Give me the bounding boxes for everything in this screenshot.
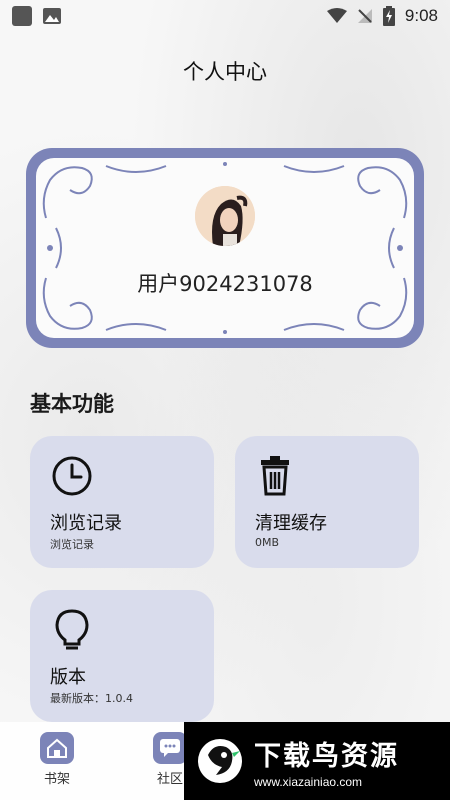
watermark-url: www.xiazainiao.com	[254, 774, 363, 789]
clear-cache-card[interactable]: 清理缓存 0MB	[235, 436, 419, 568]
page-title: 个人中心	[183, 60, 267, 84]
trash-icon	[261, 456, 289, 496]
card-ornament	[42, 162, 408, 334]
home-icon	[40, 732, 74, 764]
nav-item-bookshelf[interactable]: 书架	[27, 732, 87, 787]
clock-icon	[52, 456, 92, 496]
browse-history-card[interactable]: 浏览记录 浏览记录	[30, 436, 214, 568]
card-subtitle: 最新版本：1.0.4	[50, 692, 133, 705]
watermark: 下载鸟资源 www.xiazainiao.com	[184, 722, 450, 800]
version-card[interactable]: 版本 最新版本：1.0.4	[30, 590, 214, 722]
card-title: 清理缓存	[255, 513, 327, 534]
battery-charging-icon	[382, 6, 395, 26]
image-notification-icon	[43, 8, 61, 24]
wifi-icon	[326, 8, 347, 23]
card-subtitle: 0MB	[255, 536, 280, 549]
avatar[interactable]	[195, 186, 255, 246]
card-title: 版本	[50, 667, 86, 688]
profile-card[interactable]: 用户9024231078	[26, 148, 424, 348]
username: 用户9024231078	[137, 272, 313, 296]
card-subtitle: 浏览记录	[50, 538, 94, 551]
watermark-text: 下载鸟资源	[254, 740, 399, 772]
status-bar: 9:08	[0, 0, 450, 32]
no-signal-icon	[357, 9, 372, 23]
avatar-portrait	[195, 186, 255, 246]
lightbulb-icon	[55, 609, 89, 650]
bird-logo-icon	[198, 739, 242, 783]
chat-icon	[153, 732, 187, 764]
app-notification-icon	[12, 6, 32, 26]
card-title: 浏览记录	[50, 513, 122, 534]
nav-label: 书架	[43, 772, 70, 787]
section-title: 基本功能	[30, 392, 114, 416]
clock-time: 9:08	[404, 6, 438, 25]
